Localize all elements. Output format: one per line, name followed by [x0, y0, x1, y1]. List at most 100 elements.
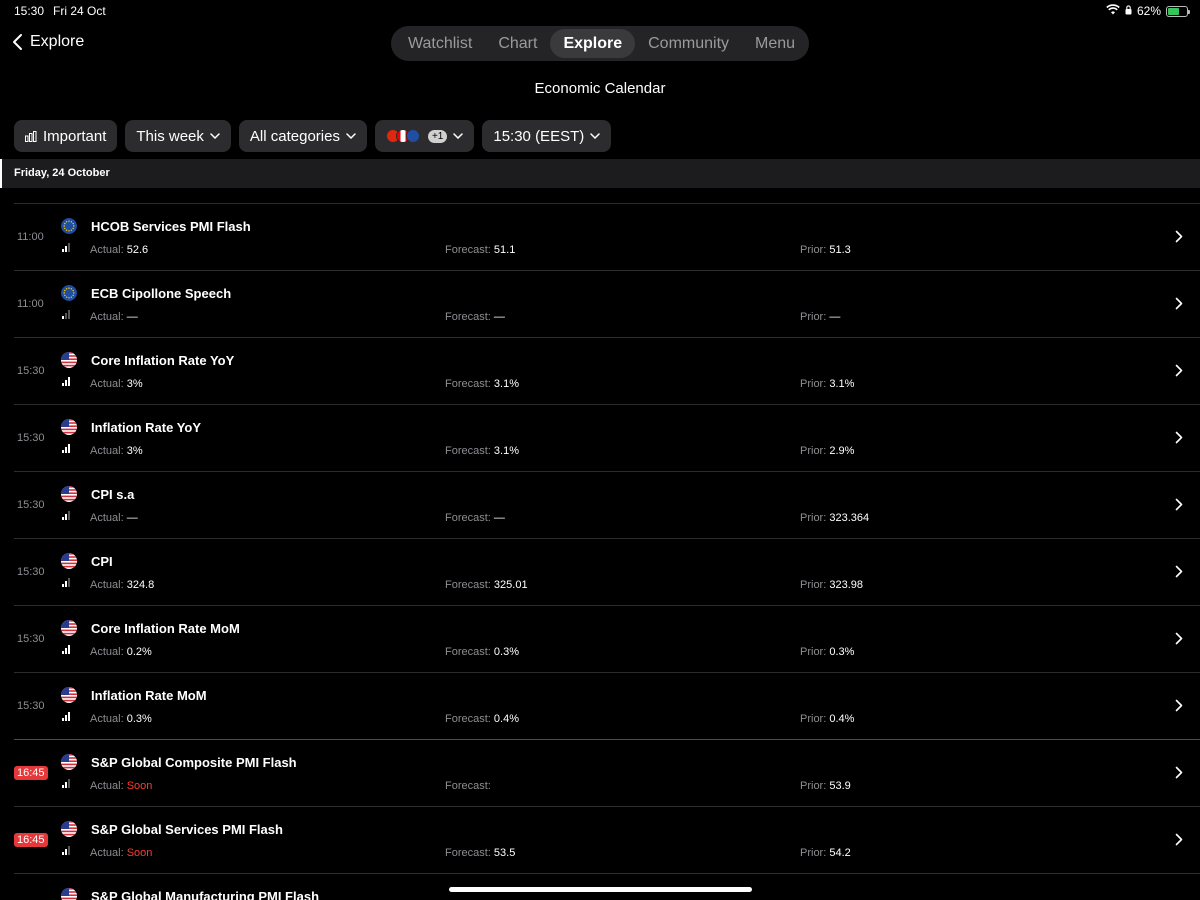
- importance-bar: [68, 243, 70, 252]
- event-row[interactable]: 15:30 CPI Actual: 324.8 Forecast: 325.01 Pri…: [0, 539, 1200, 605]
- event-title: S&P Global Services PMI Flash: [91, 822, 283, 837]
- event-row[interactable]: 15:30 Core Inflation Rate YoY Actual: 3% Fo…: [0, 338, 1200, 404]
- importance-icon: [62, 645, 72, 654]
- importance-bar: [62, 718, 64, 721]
- forecast-number: —: [493, 311, 505, 323]
- prior-label: Prior:: [800, 445, 827, 457]
- actual-number: 324.8: [126, 579, 155, 591]
- importance-bar: [62, 651, 64, 654]
- chevron-right-icon: [1175, 699, 1183, 712]
- event-row[interactable]: 15:30 Core Inflation Rate MoM Actual: 0.2%…: [0, 606, 1200, 672]
- event-row[interactable]: 15:30 CPI s.a Actual: — Forecast: — Prior: 3…: [0, 472, 1200, 538]
- event-row[interactable]: 16:45 S&P Global Services PMI Flash Actual…: [0, 807, 1200, 873]
- prior-value: Prior: 323.98: [800, 579, 863, 591]
- event-row[interactable]: 16:45 S&P Global Composite PMI Flash Actua…: [0, 740, 1200, 806]
- event-title: CPI s.a: [91, 487, 135, 502]
- prior-label: Prior:: [800, 780, 827, 792]
- importance-bar: [68, 779, 70, 788]
- chevron-right-icon: [1175, 431, 1183, 444]
- forecast-value: Forecast: 0.4%: [445, 713, 519, 725]
- actual-value: Actual: 324.8: [90, 579, 154, 591]
- importance-bar: [65, 514, 67, 520]
- forecast-label: Forecast:: [445, 780, 491, 792]
- period-filter-label: This week: [136, 127, 204, 145]
- eu-flag-icon: [61, 218, 77, 234]
- nav-tab-explore[interactable]: Explore: [550, 29, 636, 58]
- event-row[interactable]: 11:00 HCOB Services PMI Flash Actual: 52.6…: [0, 204, 1200, 270]
- actual-value: Actual: Soon: [90, 847, 152, 859]
- country-flags: [385, 129, 420, 143]
- back-label: Explore: [30, 33, 85, 50]
- prior-value: Prior: 0.3%: [800, 646, 854, 658]
- event-time: 11:00: [17, 298, 44, 310]
- actual-number: 52.6: [126, 244, 149, 256]
- prior-number: 0.3%: [829, 646, 855, 658]
- home-indicator[interactable]: [449, 887, 752, 892]
- importance-bar: [65, 581, 67, 587]
- actual-number: —: [126, 512, 138, 524]
- importance-filter-button[interactable]: Important: [14, 120, 118, 152]
- forecast-label: Forecast:: [445, 244, 491, 256]
- prior-number: 0.4%: [829, 713, 855, 725]
- importance-bar: [65, 715, 67, 721]
- period-filter-dropdown[interactable]: This week: [125, 120, 231, 152]
- forecast-number: 325.01: [493, 579, 528, 591]
- prior-value: Prior: 3.1%: [800, 378, 854, 390]
- chevron-right-icon: [1175, 632, 1183, 645]
- event-title: Core Inflation Rate YoY: [91, 353, 235, 368]
- event-row[interactable]: 15:30 Inflation Rate MoM Actual: 0.3% Forec…: [0, 673, 1200, 739]
- event-title: S&P Global Composite PMI Flash: [91, 755, 297, 770]
- status-time: 15:30: [14, 4, 45, 18]
- importance-bar: [65, 246, 67, 252]
- prior-number: 3.1%: [829, 378, 855, 390]
- importance-bar: [62, 450, 64, 453]
- chevron-right-icon: [1175, 498, 1183, 511]
- prior-value: Prior: 54.2: [800, 847, 851, 859]
- importance-icon: [62, 712, 72, 721]
- nav-tab-community[interactable]: Community: [635, 29, 742, 58]
- us-flag-icon: [61, 620, 77, 636]
- actual-label: Actual:: [90, 445, 124, 457]
- nav-tab-menu[interactable]: Menu: [742, 29, 808, 58]
- event-title: ECB Cipollone Speech: [91, 286, 232, 301]
- nav-tab-watchlist[interactable]: Watchlist: [395, 29, 485, 58]
- forecast-number: 0.4%: [493, 713, 519, 725]
- prior-label: Prior:: [800, 244, 827, 256]
- prior-number: —: [829, 311, 841, 323]
- actual-number: 3%: [126, 378, 143, 390]
- actual-label: Actual:: [90, 847, 124, 859]
- eu-flag-icon: [405, 129, 420, 143]
- chevron-down-icon: [453, 133, 464, 139]
- more-countries-badge: +1: [427, 129, 448, 143]
- us-flag-icon: [61, 352, 77, 368]
- forecast-value: Forecast: 325.01: [445, 579, 528, 591]
- prior-number: 323.98: [829, 579, 863, 591]
- forecast-value: Forecast: 3.1%: [445, 378, 519, 390]
- importance-bar: [68, 377, 70, 386]
- event-row[interactable]: 11:00 ECB Cipollone Speech Actual: — Foreca…: [0, 271, 1200, 337]
- us-flag-icon: [61, 888, 77, 900]
- prior-value: Prior: 2.9%: [800, 445, 854, 457]
- actual-label: Actual:: [90, 780, 124, 792]
- back-button[interactable]: Explore: [10, 33, 84, 51]
- prior-label: Prior:: [800, 579, 827, 591]
- prior-value: Prior: —: [800, 311, 840, 323]
- actual-number: 3%: [126, 445, 143, 457]
- prior-label: Prior:: [800, 713, 827, 725]
- importance-icon: [62, 511, 72, 520]
- nav-tab-chart[interactable]: Chart: [485, 29, 550, 58]
- prior-number: 53.9: [829, 780, 851, 792]
- forecast-number: —: [493, 512, 505, 524]
- event-time: 16:45: [14, 766, 48, 780]
- importance-bar: [65, 849, 67, 855]
- lock-icon: [1125, 4, 1132, 18]
- forecast-label: Forecast:: [445, 847, 491, 859]
- event-row[interactable]: 15:30 Inflation Rate YoY Actual: 3% Forecas…: [0, 405, 1200, 471]
- event-time: 15:30: [17, 365, 45, 377]
- prior-number: 51.3: [829, 244, 851, 256]
- forecast-number: 53.5: [493, 847, 516, 859]
- country-filter-dropdown[interactable]: +1: [374, 120, 475, 152]
- category-filter-dropdown[interactable]: All categories: [238, 120, 367, 152]
- forecast-label: Forecast:: [445, 378, 491, 390]
- timezone-filter-dropdown[interactable]: 15:30 (EEST): [482, 120, 612, 152]
